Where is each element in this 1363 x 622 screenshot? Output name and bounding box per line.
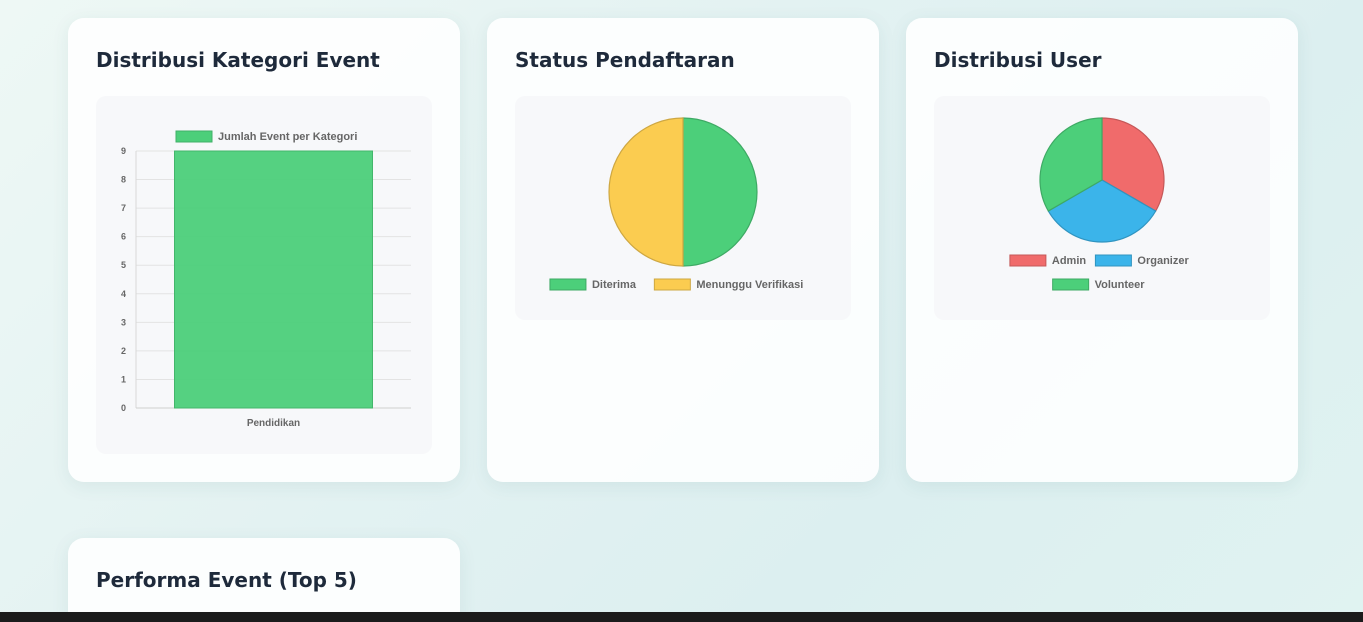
legend-swatch [1009, 254, 1047, 267]
legend-item: Volunteer [1052, 278, 1146, 291]
pie-chart-pendaftaran: Diterima Menunggu Verifikasi [549, 117, 803, 291]
card-user: Distribusi User Admin Organizer Volunteer [906, 18, 1298, 482]
legend-item: Admin [1009, 254, 1087, 267]
legend-label: Diterima [592, 279, 637, 291]
card-title-user: Distribusi User [934, 48, 1102, 72]
card-title-pendaftaran: Status Pendaftaran [515, 48, 735, 72]
legend-item: Menunggu Verifikasi [653, 278, 803, 291]
legend-label: Organizer [1137, 255, 1189, 267]
pie-chart-user: Admin Organizer Volunteer [1009, 117, 1189, 291]
legend-swatch [549, 278, 587, 291]
y-tick-label: 5 [121, 260, 126, 270]
pie-slice [608, 117, 684, 267]
y-tick-label: 7 [121, 203, 126, 213]
legend-label: Admin [1052, 255, 1087, 267]
taskbar [0, 612, 1363, 622]
legend-swatch [653, 278, 691, 291]
x-category-label: Pendidikan [247, 418, 300, 429]
legend-label: Volunteer [1095, 279, 1146, 291]
pie-chart-pendaftaran-container: Diterima Menunggu Verifikasi [515, 96, 851, 320]
y-tick-label: 6 [121, 232, 126, 242]
legend-item: Diterima [549, 278, 637, 291]
bar-chart-container: 0 1 2 3 4 5 6 7 8 9 Pendidikan Jumlah Event per Kat… [96, 96, 432, 454]
card-title-performa: Performa Event (Top 5) [96, 568, 357, 592]
y-tick-label: 4 [121, 289, 126, 299]
card-kategori: Distribusi Kategori Event 0 1 2 3 4 5 6 7 8 9 Pend… [68, 18, 460, 482]
card-title-kategori: Distribusi Kategori Event [96, 48, 380, 72]
legend-item: Organizer [1094, 254, 1189, 267]
bar [174, 150, 373, 409]
legend-label: Jumlah Event per Kategori [218, 131, 357, 143]
y-tick-label: 2 [121, 346, 126, 356]
pie-slice [682, 117, 758, 267]
y-tick-label: 1 [121, 374, 126, 384]
y-tick-label: 9 [121, 146, 126, 156]
pie-chart-user-container: Admin Organizer Volunteer [934, 96, 1270, 320]
card-pendaftaran: Status Pendaftaran Diterima Menunggu Veri… [487, 18, 879, 482]
legend-swatch [1052, 278, 1090, 291]
legend-swatch [175, 130, 213, 143]
legend-item: Jumlah Event per Kategori [175, 130, 357, 143]
y-tick-label: 0 [121, 403, 126, 413]
card-performa: Performa Event (Top 5) [68, 538, 460, 622]
legend-label: Menunggu Verifikasi [696, 279, 803, 291]
legend-swatch [1094, 254, 1132, 267]
bar-chart: 0 1 2 3 4 5 6 7 8 9 Pendidikan Jumlah Event per Kat… [121, 130, 411, 429]
y-tick-label: 3 [121, 317, 126, 327]
y-tick-label: 8 [121, 175, 126, 185]
